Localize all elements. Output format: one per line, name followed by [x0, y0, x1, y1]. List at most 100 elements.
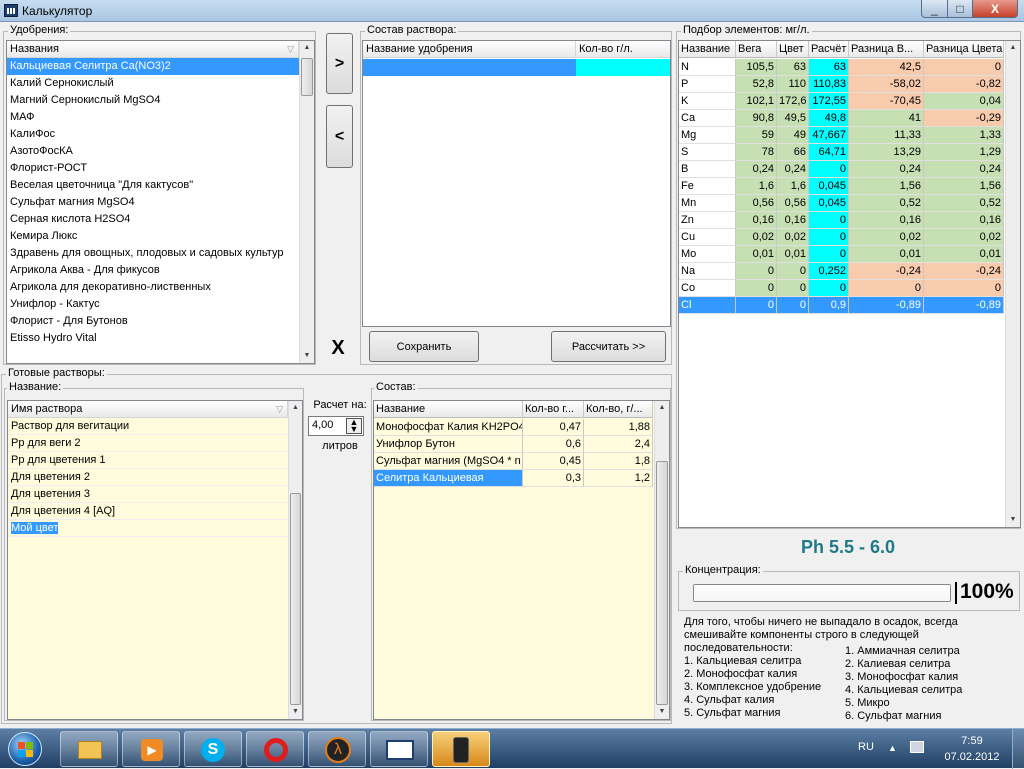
table-cell[interactable]: 0,47	[523, 419, 584, 436]
table-cell[interactable]: 0	[777, 280, 809, 297]
concentration-bar[interactable]	[693, 584, 951, 602]
list-item[interactable]: Кемира Люкс	[7, 228, 299, 245]
scroll-down-icon[interactable]: ▼	[655, 705, 669, 719]
table-cell[interactable]: -0,29	[924, 110, 1004, 127]
elements-scrollbar[interactable]: ▲ ▼	[1005, 41, 1020, 527]
table-cell[interactable]: -0,89	[849, 297, 924, 314]
scroll-thumb[interactable]	[290, 493, 301, 705]
network-icon[interactable]	[910, 741, 924, 753]
table-cell[interactable]: 52,8	[736, 76, 777, 93]
table-cell[interactable]: 0	[736, 280, 777, 297]
table-cell[interactable]: Унифлор Бутон	[374, 436, 523, 453]
list-item[interactable]: Веселая цветочница "Для кактусов"	[7, 177, 299, 194]
column-header-color[interactable]: Цвет	[777, 41, 809, 58]
list-item[interactable]: Для цветения 4 [AQ]	[8, 503, 288, 520]
language-indicator[interactable]: RU	[858, 741, 874, 753]
table-cell[interactable]: 0	[809, 212, 849, 229]
clock-date[interactable]: 07.02.2012	[937, 751, 1007, 763]
list-item[interactable]: Etisso Hydro Vital	[7, 330, 299, 347]
table-cell[interactable]: -0,82	[924, 76, 1004, 93]
half-life-icon[interactable]: λ	[308, 731, 366, 767]
list-item[interactable]: Для цветения 2	[8, 469, 288, 486]
table-cell[interactable]: 63	[809, 59, 849, 76]
composition-table[interactable]: Название Кол-во г... Кол-во, г/... Монофосф…	[373, 400, 670, 720]
table-cell[interactable]: 47,667	[809, 127, 849, 144]
start-button[interactable]	[8, 732, 42, 766]
table-cell[interactable]: 0,16	[924, 212, 1004, 229]
table-cell[interactable]: 0,3	[523, 470, 584, 487]
table-cell[interactable]: 172,55	[809, 93, 849, 110]
column-header-amount[interactable]: Кол-во г/л.	[576, 41, 670, 58]
minimize-button[interactable]: _	[921, 0, 948, 18]
column-header-solution-name[interactable]: Имя раствора ▽	[8, 401, 288, 418]
table-cell[interactable]: 1,6	[777, 178, 809, 195]
column-header-element[interactable]: Название	[679, 41, 736, 58]
table-cell[interactable]: 0,02	[924, 229, 1004, 246]
table-cell[interactable]: 0,045	[809, 178, 849, 195]
table-cell[interactable]: -0,89	[924, 297, 1004, 314]
scroll-up-icon[interactable]: ▲	[289, 401, 302, 415]
table-cell[interactable]: 49,8	[809, 110, 849, 127]
table-cell[interactable]: 0,24	[924, 161, 1004, 178]
table-cell[interactable]: 0,6	[523, 436, 584, 453]
table-cell[interactable]: 0,24	[736, 161, 777, 178]
scroll-up-icon[interactable]: ▲	[655, 401, 669, 415]
table-cell[interactable]: P	[679, 76, 736, 93]
ready-scrollbar[interactable]: ▲ ▼	[288, 401, 302, 719]
column-header-name[interactable]: Название	[374, 401, 523, 418]
table-cell[interactable]: S	[679, 144, 736, 161]
liters-spinner[interactable]: 4,00 ▲ ▼	[308, 416, 364, 436]
table-cell[interactable]: 49,5	[777, 110, 809, 127]
scroll-down-icon[interactable]: ▼	[1006, 513, 1020, 527]
list-item[interactable]: Унифлор - Кактус	[7, 296, 299, 313]
table-cell[interactable]: 0,16	[849, 212, 924, 229]
list-item[interactable]: Для цветения 3	[8, 486, 288, 503]
table-cell[interactable]: 0	[849, 280, 924, 297]
clock-time[interactable]: 7:59	[937, 735, 1007, 747]
list-item[interactable]: Раствор для вегитации	[8, 418, 288, 435]
table-cell[interactable]: 63	[777, 59, 809, 76]
list-item[interactable]: Агрикола Аква - Для фикусов	[7, 262, 299, 279]
table-cell[interactable]: 0,16	[736, 212, 777, 229]
table-cell[interactable]: 0	[809, 280, 849, 297]
column-header-names[interactable]: Названия ▽	[7, 41, 299, 58]
save-button[interactable]: Сохранить	[369, 331, 479, 362]
table-cell[interactable]: -70,45	[849, 93, 924, 110]
spin-arrows-icon[interactable]: ▲ ▼	[346, 418, 362, 434]
table-cell[interactable]: 0,56	[777, 195, 809, 212]
table-cell[interactable]: 0,04	[924, 93, 1004, 110]
table-cell[interactable]: Ca	[679, 110, 736, 127]
scroll-down-icon[interactable]: ▼	[300, 349, 314, 363]
table-cell[interactable]: 0,52	[849, 195, 924, 212]
column-header-amount-total[interactable]: Кол-во, г/...	[584, 401, 653, 418]
maximize-button[interactable]: □	[947, 0, 973, 18]
opera-icon[interactable]	[246, 731, 304, 767]
calculate-button[interactable]: Рассчитать >>	[551, 331, 666, 362]
table-cell[interactable]: Cu	[679, 229, 736, 246]
table-cell[interactable]: Co	[679, 280, 736, 297]
scroll-thumb[interactable]	[301, 58, 313, 96]
table-cell[interactable]: 0,9	[809, 297, 849, 314]
table-cell[interactable]: 0,16	[777, 212, 809, 229]
table-cell[interactable]: 0	[736, 263, 777, 280]
table-cell[interactable]: 110	[777, 76, 809, 93]
scroll-down-icon[interactable]: ▼	[289, 705, 302, 719]
table-cell[interactable]: 41	[849, 110, 924, 127]
table-cell[interactable]: 0	[809, 229, 849, 246]
table-cell[interactable]: N	[679, 59, 736, 76]
table-cell[interactable]: 0,045	[809, 195, 849, 212]
table-cell[interactable]: K	[679, 93, 736, 110]
column-header-calc[interactable]: Расчёт	[809, 41, 849, 58]
table-cell[interactable]: Mn	[679, 195, 736, 212]
table-cell[interactable]: 172,6	[777, 93, 809, 110]
list-item[interactable]: Магний Сернокислый MgSO4	[7, 92, 299, 109]
selected-solution-label[interactable]: Мой цвет	[11, 522, 59, 534]
table-cell[interactable]: 0,252	[809, 263, 849, 280]
list-item[interactable]: Флорист - Для Бутонов	[7, 313, 299, 330]
table-cell[interactable]: -58,02	[849, 76, 924, 93]
table-cell[interactable]: 1,33	[924, 127, 1004, 144]
list-item[interactable]: Рр для веги 2	[8, 435, 288, 452]
scroll-thumb[interactable]	[656, 461, 668, 705]
table-cell[interactable]: 0	[809, 161, 849, 178]
list-item[interactable]: Калий Сернокислый	[7, 75, 299, 92]
